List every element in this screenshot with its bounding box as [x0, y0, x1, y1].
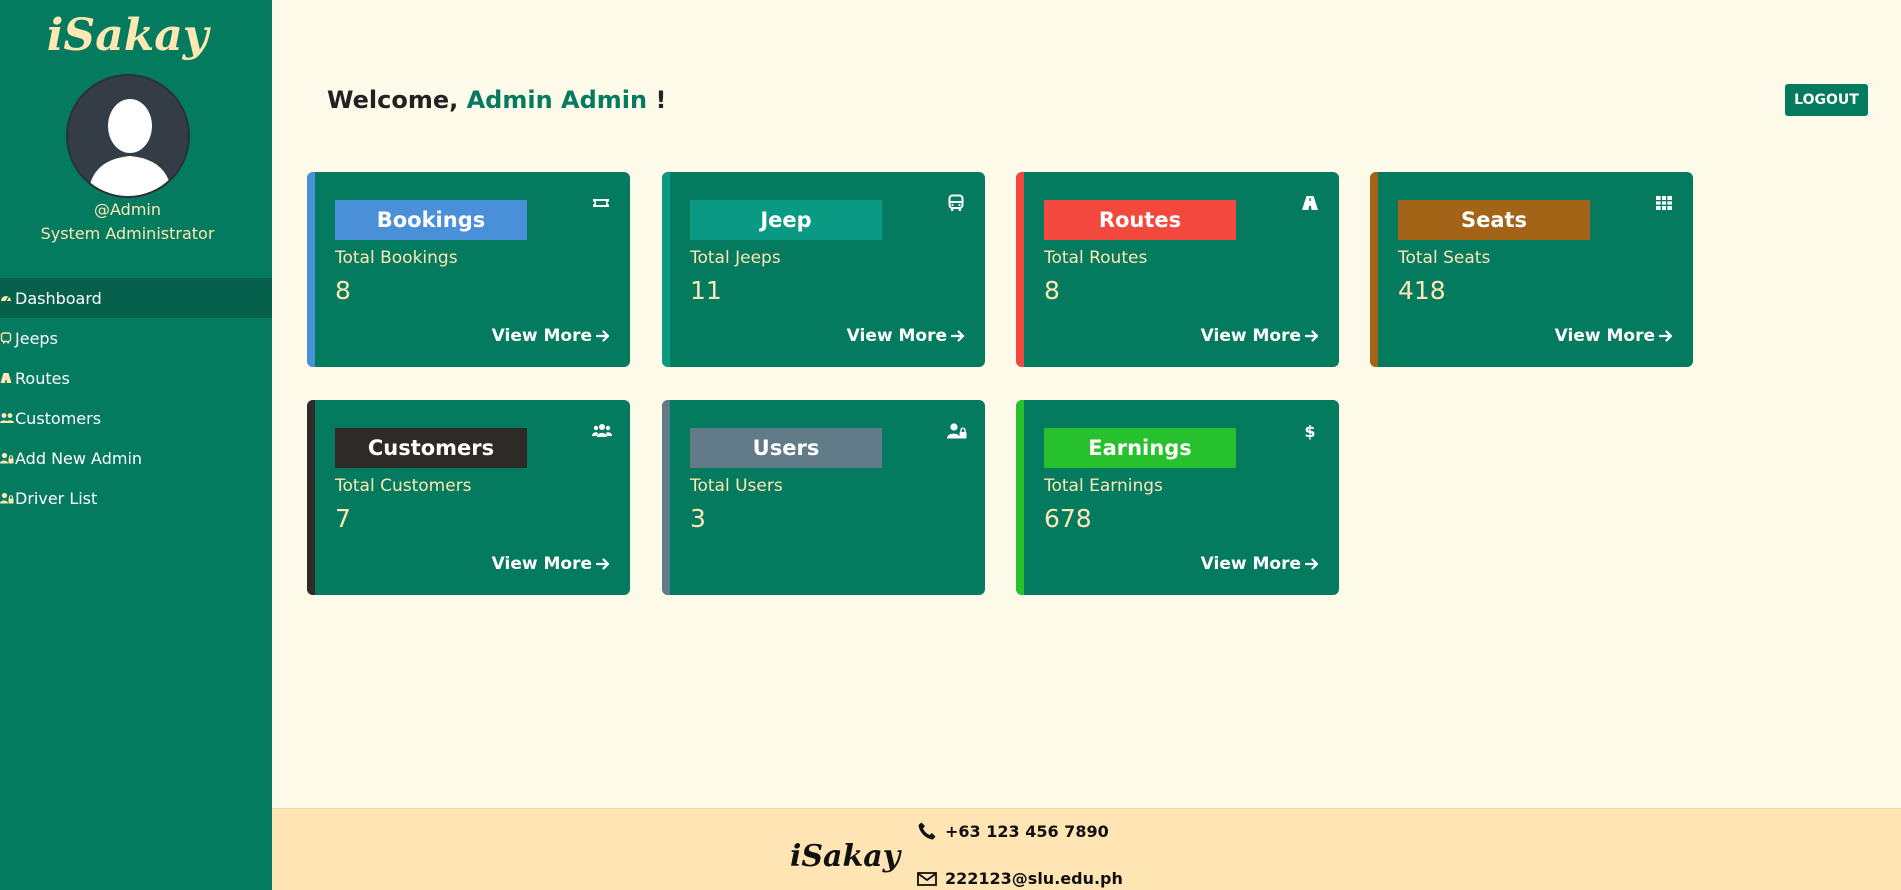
user-lock-icon: [0, 492, 14, 504]
card-value: 11: [690, 276, 722, 305]
footer-email: 222123@slu.edu.ph: [917, 869, 1123, 888]
card-stripe: [1370, 172, 1378, 367]
card-value: 7: [335, 504, 351, 533]
users-icon: [592, 422, 612, 440]
view-more-label: View More: [846, 326, 947, 346]
gauge-icon: [0, 292, 12, 304]
sidebar-item-dashboard[interactable]: Dashboard: [0, 278, 272, 318]
arrow-right-icon: [951, 330, 965, 342]
card-value: 8: [1044, 276, 1060, 305]
card-customers: Customers Total Customers 7 View More: [307, 400, 630, 595]
card-stripe: [662, 400, 670, 595]
card-subtitle: Total Customers: [335, 476, 472, 496]
card-stripe: [307, 400, 315, 595]
view-more-link[interactable]: View More: [492, 554, 610, 574]
view-more-label: View More: [1200, 326, 1301, 346]
grid-icon: [1655, 194, 1673, 212]
phone-icon: [918, 822, 936, 840]
users-icon: [0, 412, 14, 424]
road-icon: [0, 372, 12, 384]
card-seats: Seats Total Seats 418 View More: [1370, 172, 1693, 367]
user-lock-icon: [947, 422, 967, 440]
card-stripe: [662, 172, 670, 367]
card-earnings: Earnings $ Total Earnings 678 View More: [1016, 400, 1339, 595]
card-subtitle: Total Seats: [1398, 248, 1491, 268]
arrow-right-icon: [596, 330, 610, 342]
view-more-label: View More: [491, 554, 592, 574]
card-title: Jeep: [690, 200, 882, 240]
welcome-heading: Welcome, Admin Admin !: [327, 86, 666, 114]
card-bookings: Bookings Total Bookings 8 View More: [307, 172, 630, 367]
sidebar-item-label: Routes: [15, 368, 70, 388]
view-more-link[interactable]: View More: [1555, 326, 1673, 346]
card-stripe: [1016, 172, 1024, 367]
card-title: Seats: [1398, 200, 1590, 240]
view-more-label: View More: [1200, 554, 1301, 574]
user-role: System Administrator: [40, 224, 215, 243]
avatar: [66, 74, 190, 198]
user-lock-icon: [0, 452, 14, 464]
sidebar: iSakay @Admin System Administrator Dashb…: [0, 0, 272, 890]
view-more-label: View More: [491, 326, 592, 346]
road-icon: [1301, 194, 1319, 212]
footer-email-address: 222123@slu.edu.ph: [945, 869, 1123, 888]
view-more-link[interactable]: View More: [1201, 554, 1319, 574]
arrow-right-icon: [596, 558, 610, 570]
card-title: Users: [690, 428, 882, 468]
bus-icon: [0, 332, 12, 344]
sidebar-item-label: Driver List: [15, 488, 98, 508]
welcome-user-name: Admin Admin: [466, 86, 648, 114]
logout-button[interactable]: LOGOUT: [1785, 84, 1868, 116]
card-stripe: [1016, 400, 1024, 595]
card-title: Routes: [1044, 200, 1236, 240]
card-routes: Routes Total Routes 8 View More: [1016, 172, 1339, 367]
view-more-link[interactable]: View More: [492, 326, 610, 346]
card-jeep: Jeep Total Jeeps 11 View More: [662, 172, 985, 367]
sidebar-item-label: Add New Admin: [15, 448, 143, 468]
arrow-right-icon: [1659, 330, 1673, 342]
view-more-link[interactable]: View More: [847, 326, 965, 346]
card-subtitle: Total Routes: [1044, 248, 1148, 268]
card-title: Bookings: [335, 200, 527, 240]
footer-brand-logo: iSakay: [790, 839, 901, 874]
view-more-link[interactable]: View More: [1201, 326, 1319, 346]
sidebar-brand-logo: iSakay: [46, 10, 209, 61]
footer: iSakay +63 123 456 7890 222123@slu.edu.p…: [272, 808, 1901, 890]
sidebar-item-label: Jeeps: [15, 328, 58, 348]
user-silhouette-icon: [88, 99, 172, 196]
footer-phone-number: +63 123 456 7890: [945, 821, 1109, 841]
envelope-icon: [917, 871, 937, 886]
card-subtitle: Total Bookings: [335, 248, 458, 268]
sidebar-item-label: Dashboard: [15, 288, 102, 308]
sidebar-item-add-new-admin[interactable]: Add New Admin: [0, 438, 272, 478]
card-subtitle: Total Earnings: [1044, 476, 1163, 496]
sidebar-nav: Dashboard Jeeps Routes Customers Add New…: [0, 278, 272, 518]
svg-text:$: $: [1304, 422, 1315, 440]
card-value: 678: [1044, 504, 1092, 533]
sidebar-item-customers[interactable]: Customers: [0, 398, 272, 438]
sidebar-item-label: Customers: [15, 408, 102, 428]
card-users: Users Total Users 3: [662, 400, 985, 595]
user-handle: @Admin: [94, 200, 161, 219]
arrow-right-icon: [1305, 330, 1319, 342]
card-title: Earnings: [1044, 428, 1236, 468]
view-more-label: View More: [1554, 326, 1655, 346]
sidebar-item-driver-list[interactable]: Driver List: [0, 478, 272, 518]
card-subtitle: Total Jeeps: [690, 248, 781, 268]
welcome-prefix: Welcome,: [327, 86, 459, 114]
card-stripe: [307, 172, 315, 367]
card-value: 3: [690, 504, 706, 533]
card-value: 8: [335, 276, 351, 305]
welcome-suffix: !: [655, 86, 667, 114]
card-value: 418: [1398, 276, 1446, 305]
sidebar-item-routes[interactable]: Routes: [0, 358, 272, 398]
ticket-icon: [592, 194, 610, 212]
card-subtitle: Total Users: [690, 476, 783, 496]
sidebar-item-jeeps[interactable]: Jeeps: [0, 318, 272, 358]
bus-icon: [947, 194, 965, 212]
dollar-icon: $: [1301, 422, 1319, 440]
card-title: Customers: [335, 428, 527, 468]
arrow-right-icon: [1305, 558, 1319, 570]
footer-phone: +63 123 456 7890: [917, 821, 1109, 841]
